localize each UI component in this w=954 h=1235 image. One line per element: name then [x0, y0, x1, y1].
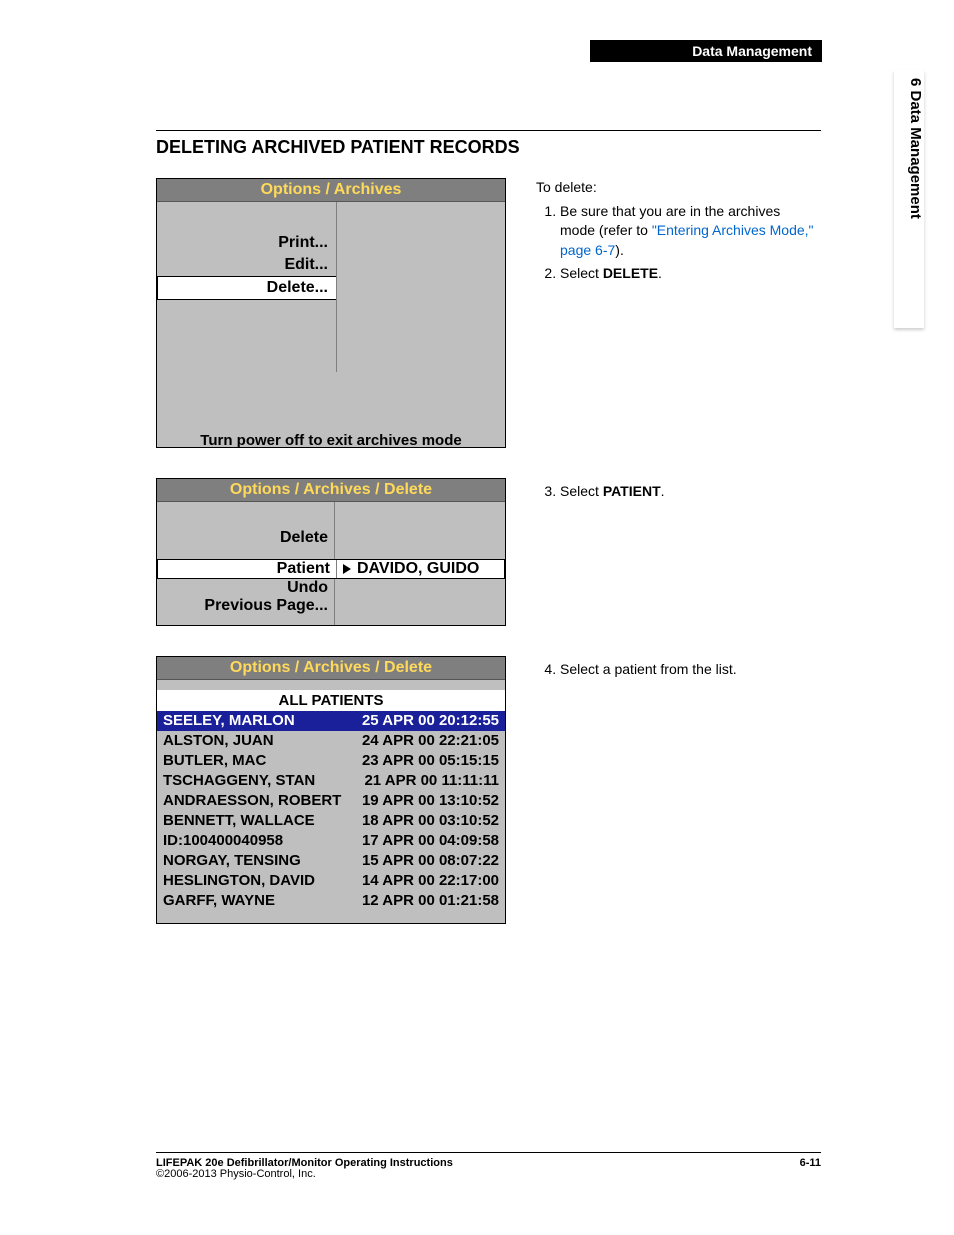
patient-name: NORGAY, TENSING: [163, 851, 301, 871]
panel-archives: Options / Archives Print... Edit... Dele…: [156, 178, 506, 448]
patient-row[interactable]: ANDRAESSON, ROBERT 19 APR 00 13:10:52: [157, 791, 505, 811]
patient-list[interactable]: SEELEY, MARLON25 APR 00 20:12:55ALSTON, …: [157, 711, 505, 911]
menu-patient[interactable]: Patient: [158, 560, 337, 578]
menu-undo[interactable]: Undo: [157, 579, 328, 597]
patient-name: HESLINGTON, DAVID: [163, 871, 315, 891]
panel-delete: Options / Archives / Delete Delete Patie…: [156, 478, 506, 626]
triangle-icon: [343, 564, 351, 574]
patient-name: ID:100400040958: [163, 831, 283, 851]
patient-name: ANDRAESSON, ROBERT: [163, 791, 341, 811]
patient-timestamp: 18 APR 00 03:10:52: [362, 811, 499, 831]
row-2: Options / Archives / Delete Delete Patie…: [156, 478, 821, 626]
menu-edit[interactable]: Edit...: [157, 254, 328, 276]
patient-row[interactable]: ALSTON, JUAN 24 APR 00 22:21:05: [157, 731, 505, 751]
patient-name: SEELEY, MARLON: [163, 711, 295, 731]
panel2-title: Options / Archives / Delete: [157, 479, 505, 502]
step-1: Be sure that you are in the archives mod…: [560, 202, 816, 261]
patient-timestamp: 24 APR 00 22:21:05: [362, 731, 499, 751]
patient-name: ALSTON, JUAN: [163, 731, 274, 751]
footer: LIFEPAK 20e Defibrillator/Monitor Operat…: [156, 1152, 821, 1169]
menu-print[interactable]: Print...: [157, 232, 328, 254]
patient-timestamp: 19 APR 00 13:10:52: [362, 791, 499, 811]
patient-timestamp: 12 APR 00 01:21:58: [362, 891, 499, 911]
patient-timestamp: 14 APR 00 22:17:00: [362, 871, 499, 891]
patient-row[interactable]: GARFF, WAYNE 12 APR 00 01:21:58: [157, 891, 505, 911]
patient-row[interactable]: ID:100400040958 17 APR 00 04:09:58: [157, 831, 505, 851]
patient-value: DAVIDO, GUIDO: [357, 560, 479, 578]
footer-copyright: ©2006-2013 Physio-Control, Inc.: [156, 1168, 316, 1180]
menu-prev-page[interactable]: Previous Page...: [157, 597, 328, 615]
intro-text: To delete:: [536, 178, 816, 198]
patient-row[interactable]: BENNETT, WALLACE 18 APR 00 03:10:52: [157, 811, 505, 831]
header-section-label: Data Management: [590, 40, 822, 62]
panel1-title: Options / Archives: [157, 179, 505, 202]
patient-row[interactable]: SEELEY, MARLON 25 APR 00 20:12:55: [157, 711, 505, 731]
panel-patient-list: Options / Archives / Delete ALL PATIENTS…: [156, 656, 506, 924]
row-1: Options / Archives Print... Edit... Dele…: [156, 178, 821, 448]
patient-timestamp: 15 APR 00 08:07:22: [362, 851, 499, 871]
panel2-menu: Delete: [157, 502, 335, 559]
step-3: Select PATIENT.: [560, 482, 816, 502]
step-4: Select a patient from the list.: [560, 660, 816, 680]
step-2: Select DELETE.: [560, 264, 816, 284]
footer-page: 6-11: [800, 1157, 821, 1169]
chapter-tab: 6 Data Management: [894, 70, 924, 328]
patient-row[interactable]: BUTLER, MAC 23 APR 00 05:15:15: [157, 751, 505, 771]
menu-delete2[interactable]: Delete: [157, 527, 328, 549]
patient-name: GARFF, WAYNE: [163, 891, 275, 911]
panel1-footer: Turn power off to exit archives mode: [157, 372, 505, 474]
panel1-menu: Print... Edit... Delete...: [157, 202, 337, 372]
menu-delete[interactable]: Delete...: [157, 276, 336, 300]
patient-row[interactable]: HESLINGTON, DAVID 14 APR 00 22:17:00: [157, 871, 505, 891]
instructions-2: Select PATIENT.: [536, 478, 816, 506]
instructions-1: To delete: Be sure that you are in the a…: [536, 178, 816, 288]
patient-timestamp: 17 APR 00 04:09:58: [362, 831, 499, 851]
patient-name: TSCHAGGENY, STAN: [163, 771, 315, 791]
patient-timestamp: 25 APR 00 20:12:55: [362, 711, 499, 731]
panel3-subhead: ALL PATIENTS: [157, 690, 505, 711]
panel3-title: Options / Archives / Delete: [157, 657, 505, 680]
content-area: DELETING ARCHIVED PATIENT RECORDS Option…: [156, 130, 821, 954]
section-title: DELETING ARCHIVED PATIENT RECORDS: [156, 130, 821, 158]
patient-timestamp: 23 APR 00 05:15:15: [362, 751, 499, 771]
patient-name: BENNETT, WALLACE: [163, 811, 315, 831]
row-3: Options / Archives / Delete ALL PATIENTS…: [156, 656, 821, 924]
patient-row[interactable]: TSCHAGGENY, STAN 21 APR 00 11:11:11: [157, 771, 505, 791]
patient-name: BUTLER, MAC: [163, 751, 266, 771]
patient-timestamp: 21 APR 00 11:11:11: [364, 771, 499, 791]
patient-row[interactable]: NORGAY, TENSING 15 APR 00 08:07:22: [157, 851, 505, 871]
instructions-3: Select a patient from the list.: [536, 656, 816, 684]
